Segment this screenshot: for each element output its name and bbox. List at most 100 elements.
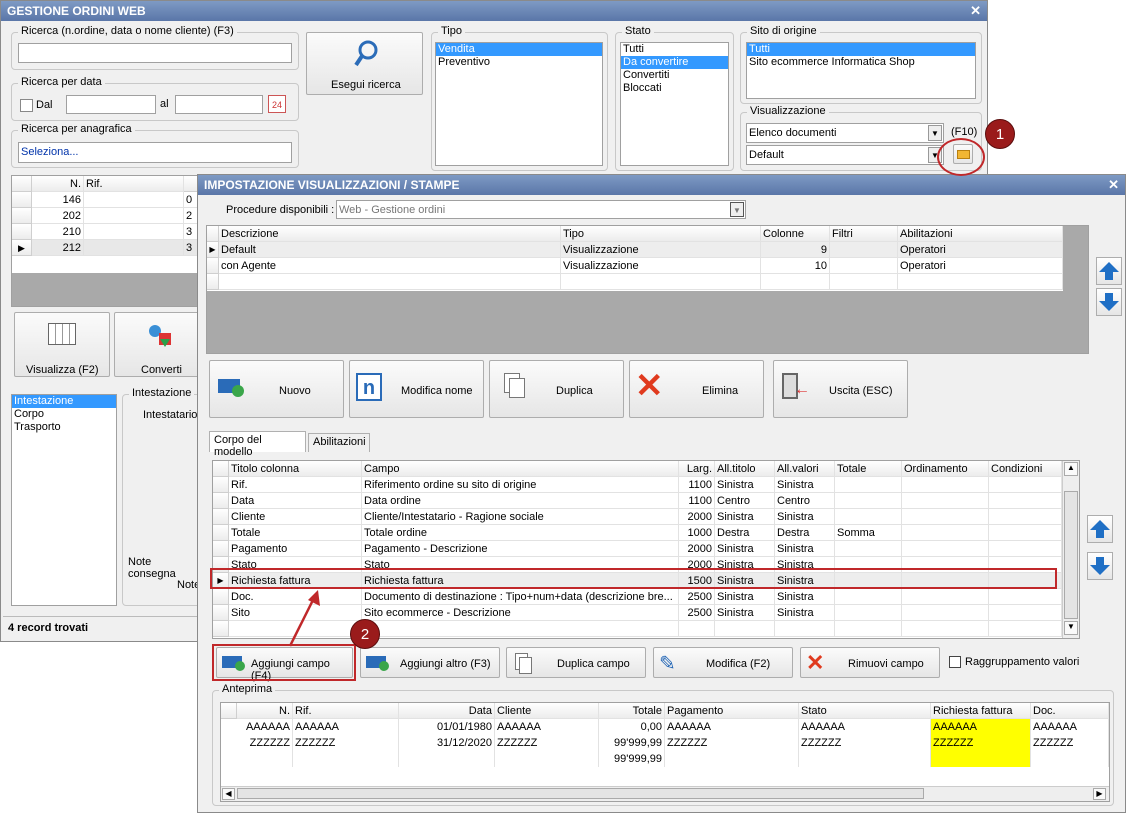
table-cell[interactable] (902, 541, 989, 557)
table-cell[interactable]: Operatori (898, 242, 1063, 258)
search-button[interactable]: Esegui ricerca (306, 32, 423, 95)
fields-scrollbar[interactable]: ▲ ▼ (1062, 461, 1079, 638)
elimina-button[interactable]: ✕ Elimina (629, 360, 764, 418)
table-cell[interactable]: Sinistra (715, 605, 775, 621)
procedure-select[interactable]: Web - Gestione ordini ▼ (336, 200, 746, 219)
table-cell[interactable]: Cliente/Intestatario - Ragione sociale (362, 509, 679, 525)
close-icon[interactable]: ✕ (1108, 177, 1119, 193)
table-cell[interactable]: 210 (32, 224, 84, 240)
field-header[interactable]: All.titolo (715, 461, 775, 477)
scroll-left-icon[interactable]: ◀ (222, 788, 235, 800)
table-cell[interactable] (835, 477, 902, 493)
table-cell[interactable] (989, 605, 1062, 621)
row-indicator[interactable] (207, 274, 219, 290)
table-cell[interactable]: Sinistra (775, 541, 835, 557)
table-cell[interactable] (561, 274, 761, 290)
row-indicator[interactable] (213, 605, 229, 621)
field-header[interactable]: Campo (362, 461, 679, 477)
layout-header[interactable]: Abilitazioni (898, 226, 1063, 242)
field-move-up-button[interactable] (1087, 515, 1113, 543)
table-cell[interactable] (830, 258, 898, 274)
table-cell[interactable]: Totale ordine (362, 525, 679, 541)
table-cell[interactable] (902, 589, 989, 605)
table-cell[interactable] (989, 525, 1062, 541)
modifica-nome-button[interactable]: n Modifica nome (349, 360, 484, 418)
table-cell[interactable]: Cliente (229, 509, 362, 525)
table-cell[interactable] (902, 493, 989, 509)
table-cell[interactable]: 2500 (679, 589, 715, 605)
table-cell[interactable] (902, 605, 989, 621)
table-cell[interactable] (989, 493, 1062, 509)
table-cell[interactable]: 202 (32, 208, 84, 224)
field-header[interactable]: Titolo colonna (229, 461, 362, 477)
converti-button[interactable]: Converti (114, 312, 199, 377)
preview-header[interactable]: Totale (599, 703, 665, 719)
layout-header[interactable]: Filtri (830, 226, 898, 242)
results-header-n[interactable]: N. (32, 176, 84, 192)
sito-item[interactable]: Tutti (747, 43, 975, 56)
table-cell[interactable]: Sinistra (715, 477, 775, 493)
row-indicator[interactable]: ▶ (207, 242, 219, 258)
table-cell[interactable]: 9 (761, 242, 830, 258)
table-cell[interactable] (835, 621, 902, 637)
aggiungi-altro-button[interactable]: Aggiungi altro (F3) (360, 647, 500, 678)
table-cell[interactable] (830, 242, 898, 258)
stato-item[interactable]: Bloccati (621, 82, 728, 95)
tipo-list[interactable]: Vendita Preventivo (435, 42, 603, 166)
scroll-thumb[interactable] (237, 788, 924, 799)
table-cell[interactable] (902, 621, 989, 637)
sito-item[interactable]: Sito ecommerce Informatica Shop (747, 56, 975, 69)
table-cell[interactable]: 1100 (679, 477, 715, 493)
table-cell[interactable]: 2500 (679, 605, 715, 621)
table-cell[interactable]: Destra (775, 525, 835, 541)
table-cell[interactable]: Sinistra (775, 509, 835, 525)
table-cell[interactable]: Centro (775, 493, 835, 509)
scroll-right-icon[interactable]: ▶ (1093, 788, 1106, 800)
preview-header[interactable]: Data (399, 703, 495, 719)
row-indicator[interactable] (12, 208, 32, 224)
table-cell[interactable]: Data ordine (362, 493, 679, 509)
table-cell[interactable] (902, 477, 989, 493)
rimuovi-campo-button[interactable]: ✕ Rimuovi campo (800, 647, 940, 678)
tipo-item[interactable]: Preventivo (436, 56, 602, 69)
row-indicator[interactable]: ▶ (12, 240, 32, 256)
duplica-button[interactable]: Duplica (489, 360, 624, 418)
dropdown-arrow-icon[interactable]: ▼ (730, 202, 744, 217)
table-cell[interactable] (679, 621, 715, 637)
table-cell[interactable] (84, 240, 184, 256)
tipo-item[interactable]: Vendita (436, 43, 602, 56)
stato-item[interactable]: Da convertire (621, 56, 728, 69)
table-cell[interactable] (84, 192, 184, 208)
table-cell[interactable] (84, 208, 184, 224)
preview-hscrollbar[interactable]: ◀ ▶ (221, 786, 1109, 801)
table-cell[interactable] (362, 621, 679, 637)
table-cell[interactable]: 10 (761, 258, 830, 274)
table-cell[interactable] (219, 274, 561, 290)
table-cell[interactable] (989, 509, 1062, 525)
search-input[interactable] (18, 43, 292, 63)
table-cell[interactable]: Centro (715, 493, 775, 509)
table-cell[interactable]: con Agente (219, 258, 561, 274)
preview-header[interactable]: Cliente (495, 703, 599, 719)
scroll-up-icon[interactable]: ▲ (1064, 462, 1078, 476)
dropdown-arrow-icon[interactable]: ▼ (928, 125, 942, 141)
move-up-button[interactable] (1096, 257, 1122, 285)
nuovo-button[interactable]: Nuovo (209, 360, 344, 418)
table-cell[interactable]: 212 (32, 240, 84, 256)
table-cell[interactable]: Operatori (898, 258, 1063, 274)
vis-select-2[interactable]: Default ▼ (746, 145, 944, 165)
preview-header[interactable]: Pagamento (665, 703, 799, 719)
table-cell[interactable] (989, 541, 1062, 557)
modifica-button[interactable]: ✎ Modifica (F2) (653, 647, 793, 678)
table-cell[interactable] (989, 589, 1062, 605)
date-to-input[interactable] (175, 95, 263, 114)
section-list[interactable]: Intestazione Corpo Trasporto (11, 394, 117, 606)
table-cell[interactable]: 2000 (679, 509, 715, 525)
stato-item[interactable]: Convertiti (621, 69, 728, 82)
table-cell[interactable] (989, 621, 1062, 637)
table-cell[interactable]: Somma (835, 525, 902, 541)
visualizza-button[interactable]: Visualizza (F2) (14, 312, 110, 377)
table-cell[interactable] (830, 274, 898, 290)
preview-header[interactable]: Stato (799, 703, 931, 719)
table-cell[interactable]: Totale (229, 525, 362, 541)
